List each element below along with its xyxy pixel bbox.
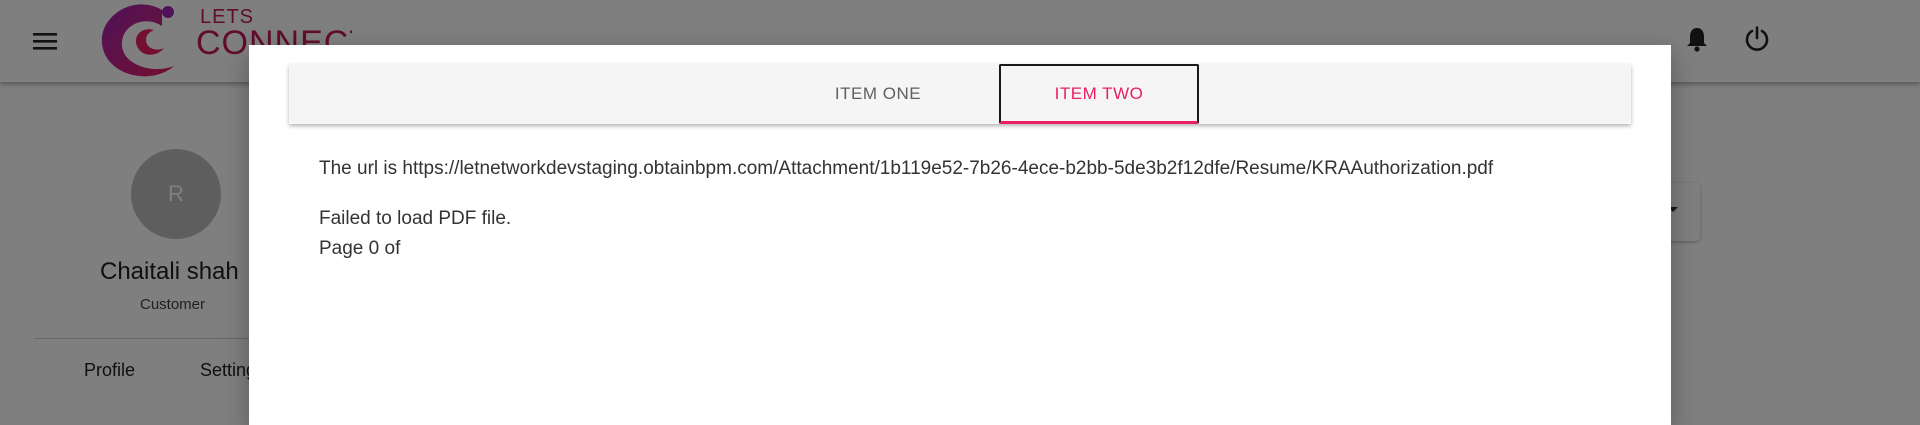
- page-indicator: Page 0 of: [319, 238, 401, 259]
- tab-item-one[interactable]: ITEM ONE: [778, 64, 978, 124]
- modal-tabs: ITEM ONE ITEM TWO: [289, 64, 1631, 124]
- attachment-url-text: The url is https://letnetworkdevstaging.…: [319, 158, 1494, 179]
- pdf-error-message: Failed to load PDF file.: [319, 208, 512, 229]
- attachment-modal: ITEM ONE ITEM TWO The url is https://let…: [249, 45, 1671, 425]
- tab-item-two[interactable]: ITEM TWO: [999, 64, 1199, 124]
